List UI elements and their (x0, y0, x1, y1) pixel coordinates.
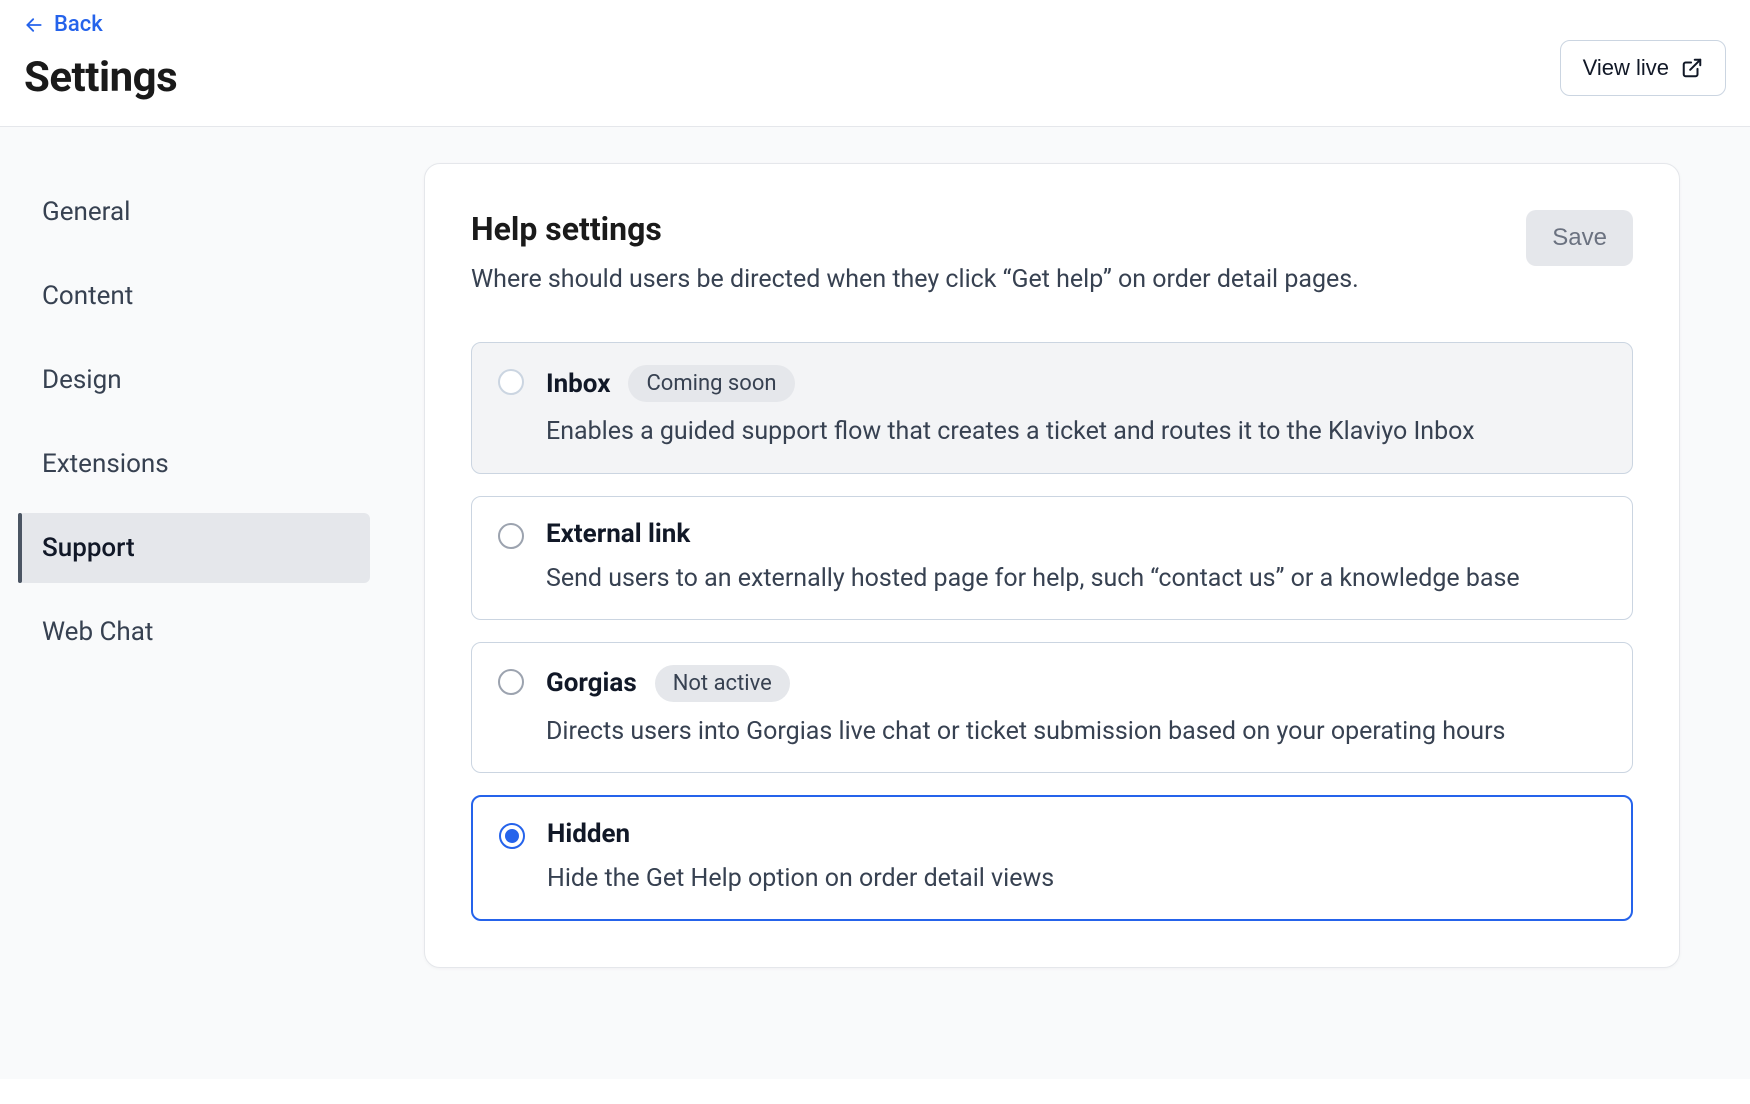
sidebar-item-support[interactable]: Support (18, 513, 370, 583)
back-link-label: Back (54, 12, 103, 37)
option-gorgias[interactable]: Gorgias Not active Directs users into Go… (471, 642, 1633, 773)
radio-hidden[interactable] (499, 823, 525, 849)
radio-inbox (498, 369, 524, 395)
option-title: Hidden (547, 819, 630, 849)
option-external-link[interactable]: External link Send users to an externall… (471, 496, 1633, 620)
option-hidden[interactable]: Hidden Hide the Get Help option on order… (471, 795, 1633, 921)
radio-gorgias[interactable] (498, 669, 524, 695)
page-body: General Content Design Extensions Suppor… (0, 127, 1750, 1079)
option-description: Hide the Get Help option on order detail… (547, 861, 1605, 897)
settings-page: Back Settings View live General Content … (0, 0, 1750, 1104)
back-link[interactable]: Back (24, 12, 103, 37)
card-header-text: Help settings Where should users be dire… (471, 210, 1359, 298)
option-description: Send users to an externally hosted page … (546, 561, 1606, 597)
option-body: External link Send users to an externall… (546, 519, 1606, 597)
sidebar-item-content[interactable]: Content (18, 261, 370, 331)
option-title: External link (546, 519, 690, 549)
page-header: Back Settings View live (0, 0, 1750, 127)
sidebar-item-web-chat[interactable]: Web Chat (18, 597, 370, 667)
coming-soon-badge: Coming soon (628, 365, 794, 402)
option-title-row: External link (546, 519, 1606, 549)
option-inbox: Inbox Coming soon Enables a guided suppo… (471, 342, 1633, 473)
view-live-button[interactable]: View live (1560, 40, 1726, 96)
view-live-label: View live (1583, 55, 1669, 81)
option-title-row: Inbox Coming soon (546, 365, 1606, 402)
not-active-badge: Not active (655, 665, 790, 702)
save-button[interactable]: Save (1526, 210, 1633, 266)
option-title-row: Hidden (547, 819, 1605, 849)
settings-sidebar: General Content Design Extensions Suppor… (0, 127, 388, 1079)
option-body: Hidden Hide the Get Help option on order… (547, 819, 1605, 897)
option-body: Inbox Coming soon Enables a guided suppo… (546, 365, 1606, 450)
option-title: Inbox (546, 369, 610, 399)
option-title-row: Gorgias Not active (546, 665, 1606, 702)
sidebar-item-general[interactable]: General (18, 177, 370, 247)
card-header: Help settings Where should users be dire… (471, 210, 1633, 298)
page-title: Settings (24, 53, 177, 102)
section-title: Help settings (471, 210, 1359, 248)
sidebar-item-design[interactable]: Design (18, 345, 370, 415)
arrow-left-icon (24, 15, 44, 35)
option-description: Enables a guided support flow that creat… (546, 414, 1606, 450)
help-options-group: Inbox Coming soon Enables a guided suppo… (471, 342, 1633, 921)
help-settings-card: Help settings Where should users be dire… (424, 163, 1680, 968)
content-area: Help settings Where should users be dire… (388, 127, 1750, 1079)
option-title: Gorgias (546, 668, 637, 698)
sidebar-item-extensions[interactable]: Extensions (18, 429, 370, 499)
header-left: Back Settings (24, 12, 177, 102)
section-description: Where should users be directed when they… (471, 262, 1359, 298)
option-body: Gorgias Not active Directs users into Go… (546, 665, 1606, 750)
option-description: Directs users into Gorgias live chat or … (546, 714, 1606, 750)
radio-external-link[interactable] (498, 523, 524, 549)
external-link-icon (1681, 57, 1703, 79)
